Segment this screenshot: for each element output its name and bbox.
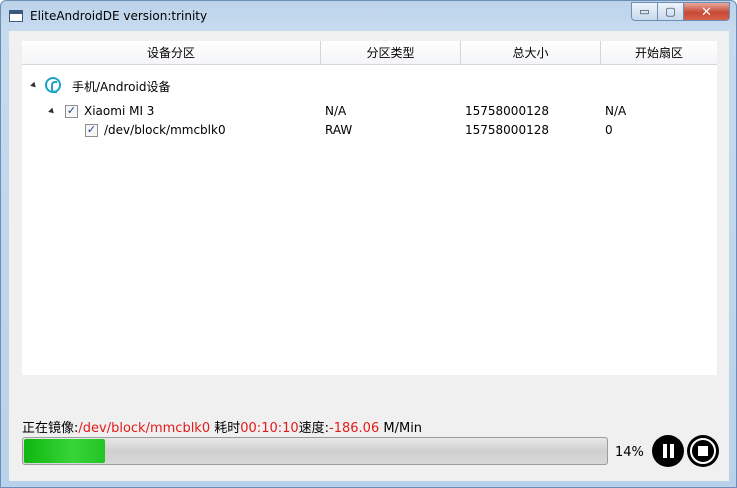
progress-bar [22, 437, 608, 465]
elapsed-value: 00:10:10 [240, 421, 299, 436]
window-title: EliteAndroidDE version:trinity [30, 9, 208, 23]
minimize-icon: ▭ [639, 6, 650, 18]
speed-unit: M/Min [383, 421, 423, 436]
maximize-icon: ▢ [665, 6, 676, 18]
mirroring-label: 正在镜像: [22, 421, 79, 436]
maximize-button[interactable]: ▢ [658, 2, 684, 21]
app-window: EliteAndroidDE version:trinity ▭ ▢ ✕ 设备分… [0, 0, 737, 488]
grid-header: 设备分区 分区类型 总大小 开始扇区 [22, 41, 717, 65]
close-icon: ✕ [701, 3, 712, 19]
client-area: 设备分区 分区类型 总大小 开始扇区 手机/Android设备 ✓ Xiaomi… [9, 31, 729, 481]
tree-row-partition[interactable]: ✓ /dev/block/mmcblk0 RAW 15758000128 0 [22, 122, 717, 140]
title-bar[interactable]: EliteAndroidDE version:trinity ▭ ▢ ✕ [1, 1, 736, 31]
tree-row-device[interactable]: ✓ Xiaomi MI 3 N/A 15758000128 N/A [22, 103, 717, 121]
stop-icon [698, 446, 708, 456]
column-header-device-partition[interactable]: 设备分区 [22, 41, 321, 65]
mirroring-path: /dev/block/mmcblk0 [78, 421, 211, 436]
pause-icon [663, 444, 674, 458]
column-header-partition-type[interactable]: 分区类型 [321, 41, 461, 65]
column-header-total-size[interactable]: 总大小 [461, 41, 601, 65]
device-start-sector: N/A [605, 104, 627, 118]
window-controls: ▭ ▢ ✕ [631, 2, 730, 21]
device-checkbox[interactable]: ✓ [65, 105, 78, 118]
tree-row-root[interactable]: 手机/Android设备 [22, 77, 717, 95]
minimize-button[interactable]: ▭ [631, 2, 658, 21]
progress-fill [24, 439, 105, 463]
partition-tree-grid[interactable]: 设备分区 分区类型 总大小 开始扇区 手机/Android设备 ✓ Xiaomi… [22, 41, 717, 375]
expand-arrow-icon[interactable] [30, 81, 38, 90]
device-total-size: 15758000128 [465, 104, 549, 118]
speed-value: -186.06 [329, 421, 380, 436]
column-header-start-sector[interactable]: 开始扇区 [601, 41, 717, 65]
expand-arrow-icon[interactable] [48, 107, 56, 116]
phone-icon [45, 77, 61, 93]
speed-label: 速度: [298, 421, 330, 436]
elapsed-label: 耗时 [214, 421, 241, 436]
pause-button[interactable] [652, 435, 684, 467]
partition-name: /dev/block/mmcblk0 [104, 123, 226, 137]
close-button[interactable]: ✕ [684, 2, 730, 21]
partition-checkbox[interactable]: ✓ [85, 124, 98, 137]
partition-type: RAW [325, 123, 353, 137]
stop-button[interactable] [687, 435, 719, 467]
partition-total-size: 15758000128 [465, 123, 549, 137]
progress-percent: 14% [615, 445, 644, 460]
app-window-icon [9, 10, 23, 22]
status-line: 正在镜像:/dev/block/mmcblk0 耗时00:10:10速度:-18… [22, 417, 422, 436]
device-name: Xiaomi MI 3 [84, 104, 155, 118]
device-partition-type: N/A [325, 104, 347, 118]
tree-root-label: 手机/Android设备 [72, 80, 171, 94]
partition-start-sector: 0 [605, 123, 613, 137]
